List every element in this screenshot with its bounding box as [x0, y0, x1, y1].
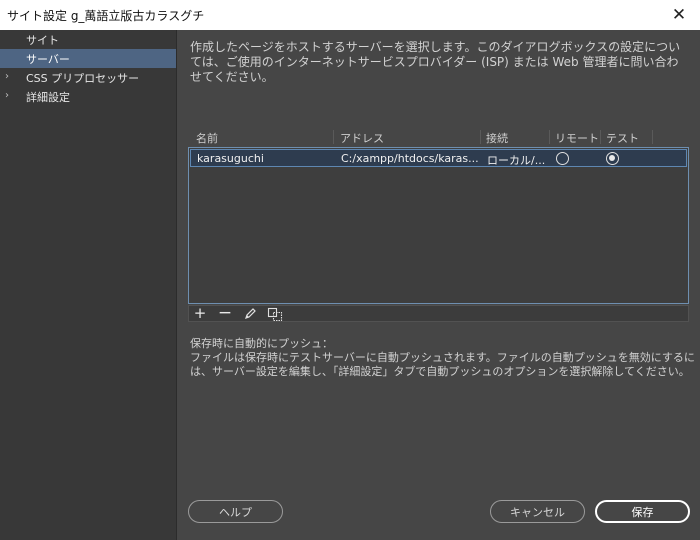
column-divider [480, 130, 481, 144]
server-name-cell: karasuguchi [197, 152, 264, 165]
sidebar-item-servers[interactable]: サーバー [0, 49, 176, 68]
autopush-description: ファイルは保存時にテストサーバーに自動プッシュされます。ファイルの自動プッシュを… [190, 351, 695, 378]
duplicate-icon[interactable] [266, 306, 284, 321]
sidebar-item-css-preprocessors[interactable]: › CSS プリプロセッサー [0, 68, 176, 87]
column-divider [600, 130, 601, 144]
column-header-name[interactable]: 名前 [196, 130, 218, 146]
sidebar: サイト サーバー › CSS プリプロセッサー › 詳細設定 [0, 30, 177, 540]
sidebar-item-label: CSS プリプロセッサー [26, 71, 140, 85]
server-description: 作成したページをホストするサーバーを選択します。このダイアログボックスの設定につ… [190, 40, 681, 84]
server-address-cell: C:/xampp/htdocs/karas... [341, 152, 479, 165]
add-server-button[interactable]: + [191, 306, 209, 321]
server-table[interactable]: karasuguchi C:/xampp/htdocs/karas... ローカ… [188, 147, 689, 304]
column-divider [333, 130, 334, 144]
remote-radio[interactable] [556, 152, 569, 165]
autopush-label: 保存時に自動的にプッシュ： [190, 337, 333, 350]
remove-server-button[interactable]: − [216, 305, 234, 322]
sidebar-item-site[interactable]: サイト [0, 30, 176, 49]
column-divider [652, 130, 653, 144]
close-icon[interactable]: ✕ [670, 6, 688, 24]
table-header: 名前 アドレス 接続 リモート テスト [190, 128, 688, 146]
save-button[interactable]: 保存 [595, 500, 690, 523]
sidebar-item-label: 詳細設定 [26, 90, 70, 104]
cancel-button[interactable]: キャンセル [490, 500, 585, 523]
help-button[interactable]: ヘルプ [188, 500, 283, 523]
table-row[interactable]: karasuguchi C:/xampp/htdocs/karas... ローカ… [190, 149, 687, 167]
chevron-right-icon[interactable]: › [5, 90, 9, 101]
sidebar-item-label: サーバー [26, 52, 70, 66]
test-radio[interactable] [606, 152, 619, 165]
pencil-icon[interactable] [241, 306, 259, 321]
server-connection-cell: ローカル/... [487, 154, 546, 167]
column-divider [549, 130, 550, 144]
sidebar-item-advanced-settings[interactable]: › 詳細設定 [0, 87, 176, 106]
column-header-connection[interactable]: 接続 [486, 130, 508, 146]
title-bar: サイト設定 g_萬語立版古カラスグチ ✕ [0, 0, 700, 30]
server-toolbar: + − [188, 305, 689, 322]
main-panel: 作成したページをホストするサーバーを選択します。このダイアログボックスの設定につ… [178, 30, 700, 540]
chevron-right-icon[interactable]: › [5, 71, 9, 82]
column-header-remote[interactable]: リモート [555, 130, 599, 146]
column-header-address[interactable]: アドレス [340, 130, 384, 146]
window-title: サイト設定 g_萬語立版古カラスグチ [7, 8, 205, 23]
sidebar-item-label: サイト [26, 33, 59, 47]
column-header-test[interactable]: テスト [606, 130, 639, 146]
